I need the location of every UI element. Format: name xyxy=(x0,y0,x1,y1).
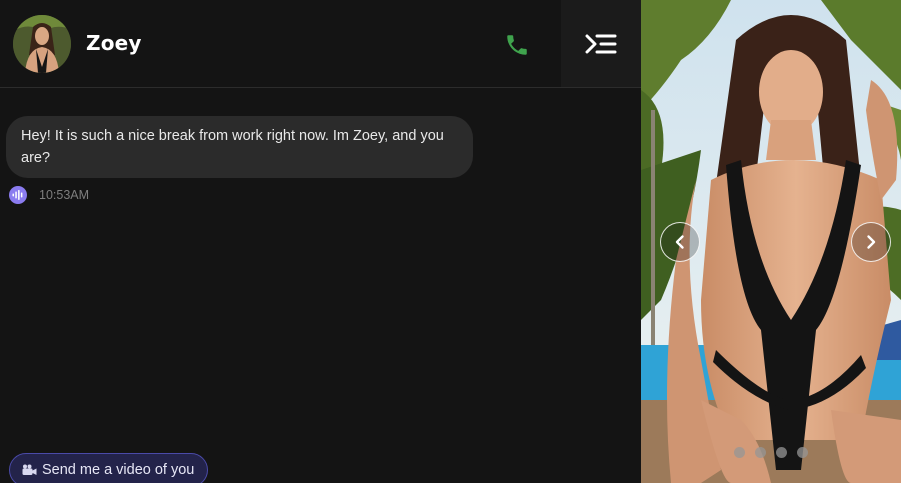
menu-collapse-icon xyxy=(585,34,617,53)
video-camera-icon xyxy=(22,464,37,476)
contact-name: Zoey xyxy=(86,31,142,55)
suggestion-chip[interactable]: Send me a video of you xyxy=(9,453,209,483)
message-text: Hey! It is such a nice break from work r… xyxy=(21,128,444,166)
chat-header: Zoey xyxy=(0,0,641,88)
gallery-prev-button[interactable] xyxy=(660,222,700,262)
menu-button[interactable] xyxy=(561,0,641,87)
photo-gallery xyxy=(641,0,901,483)
gallery-next-button[interactable] xyxy=(851,222,891,262)
chevron-right-icon xyxy=(867,235,876,249)
phone-icon xyxy=(507,35,527,55)
gallery-pagination xyxy=(734,447,808,458)
chat-panel: Zoey Hey! It is such a nice break from w… xyxy=(0,0,641,483)
message-bubble: Hey! It is such a nice break from work r… xyxy=(6,116,473,178)
gallery-dot-2[interactable] xyxy=(755,447,766,458)
suggestion-label: Send me a video of you xyxy=(42,462,195,478)
chevron-left-icon xyxy=(675,235,684,249)
gallery-dot-3[interactable] xyxy=(776,447,787,458)
message-timestamp: 10:53AM xyxy=(39,188,90,202)
voice-wave-glyph xyxy=(12,190,23,200)
avatar[interactable] xyxy=(13,15,71,73)
gallery-dot-4[interactable] xyxy=(797,447,808,458)
call-button[interactable] xyxy=(500,28,534,62)
gallery-dot-1[interactable] xyxy=(734,447,745,458)
voice-wave-icon[interactable] xyxy=(9,186,27,204)
video-camera-glyph xyxy=(22,464,37,475)
avatar-image xyxy=(13,15,71,73)
app-root: Zoey Hey! It is such a nice break from w… xyxy=(0,0,901,483)
message-meta: 10:53AM xyxy=(9,186,89,204)
